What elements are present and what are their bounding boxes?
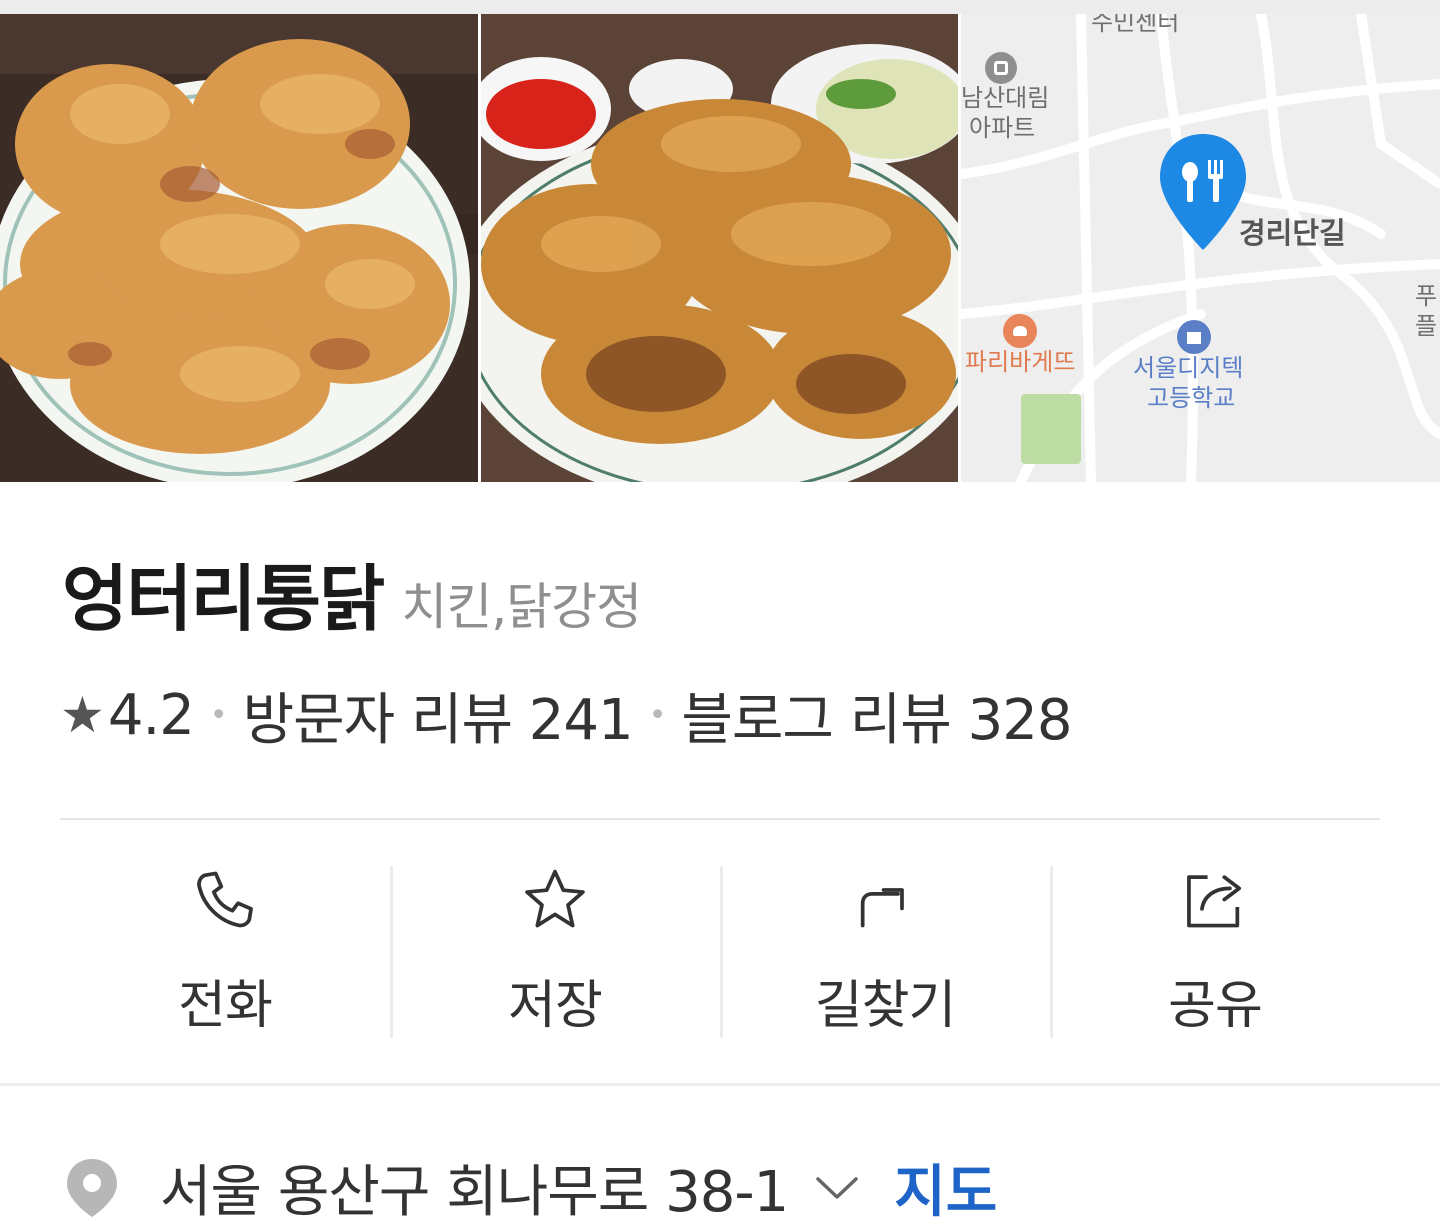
map-label-edge-1: 푸 xyxy=(1415,282,1438,310)
map-label-edge-2: 플 xyxy=(1415,312,1438,340)
photo-gallery[interactable]: 수민센터 남산대림 아파트 경리단길 파리바게뜨 서울디지텍 고등학교 푸 플 xyxy=(0,14,1440,482)
chevron-down-icon[interactable] xyxy=(814,1173,860,1203)
save-button-label: 저장 xyxy=(508,976,603,1036)
share-icon xyxy=(1187,875,1242,928)
map-label-school-1: 서울디지텍 xyxy=(1133,354,1244,382)
rating-reviews-row: ★ 4.2 • 방문자 리뷰 241 • 블로그 리뷰 328 xyxy=(60,680,1072,753)
rating-value: 4.2 xyxy=(107,682,195,748)
address-row: 서울 용산구 회나무로 38-1 지도 xyxy=(64,1150,997,1225)
call-button[interactable]: 전화 xyxy=(60,866,390,1038)
place-title-row: 엉터리통닭 치킨,닭강정 xyxy=(62,540,642,641)
map-label-apartment-2: 아파트 xyxy=(969,114,1036,142)
bakery-poi-icon xyxy=(1003,314,1037,348)
blog-reviews-link[interactable]: 블로그 리뷰 328 xyxy=(681,675,1072,756)
separator-dot: • xyxy=(209,697,228,733)
place-name: 엉터리통닭 xyxy=(62,557,385,641)
map-thumbnail[interactable]: 수민센터 남산대림 아파트 경리단길 파리바게뜨 서울디지텍 고등학교 푸 플 xyxy=(961,14,1440,482)
fried-chicken-with-sauce-photo xyxy=(481,14,958,482)
map-label-top: 수민센터 xyxy=(1091,14,1180,36)
apartment-poi-icon xyxy=(985,52,1017,84)
map-label-bakery: 파리바게뜨 xyxy=(965,348,1076,376)
call-button-label: 전화 xyxy=(178,976,273,1036)
address-text[interactable]: 서울 용산구 회나무로 38-1 xyxy=(160,1147,789,1225)
visitor-reviews-link[interactable]: 방문자 리뷰 241 xyxy=(243,675,634,756)
phone-icon xyxy=(197,871,253,928)
map-label-pin-road: 경리단길 xyxy=(1239,216,1346,250)
share-button[interactable]: 공유 xyxy=(1050,866,1380,1038)
star-filled-icon: ★ xyxy=(60,686,105,744)
action-bar: 전화 저장 길찾기 공유 xyxy=(60,866,1380,1038)
fried-chicken-photo xyxy=(0,14,478,482)
location-pin-icon xyxy=(67,1158,117,1217)
gallery-photo-2[interactable] xyxy=(481,14,958,482)
directions-icon xyxy=(860,888,904,928)
separator-dot: • xyxy=(648,697,667,733)
save-button[interactable]: 저장 xyxy=(390,866,720,1038)
divider xyxy=(60,818,1380,820)
directions-button[interactable]: 길찾기 xyxy=(720,866,1050,1038)
gallery-photo-1[interactable] xyxy=(0,14,478,482)
place-category: 치킨,닭강정 xyxy=(401,578,642,636)
top-strip xyxy=(0,0,1440,14)
restaurant-pin-icon xyxy=(1160,134,1246,250)
map-link[interactable]: 지도 xyxy=(894,1147,997,1225)
school-poi-icon xyxy=(1177,320,1211,354)
section-divider xyxy=(0,1083,1440,1086)
map-label-school-2: 고등학교 xyxy=(1147,384,1236,412)
star-outline-icon xyxy=(525,869,585,928)
share-button-label: 공유 xyxy=(1168,976,1263,1036)
directions-button-label: 길찾기 xyxy=(814,976,957,1036)
map-label-apartment-1: 남산대림 xyxy=(961,84,1050,112)
